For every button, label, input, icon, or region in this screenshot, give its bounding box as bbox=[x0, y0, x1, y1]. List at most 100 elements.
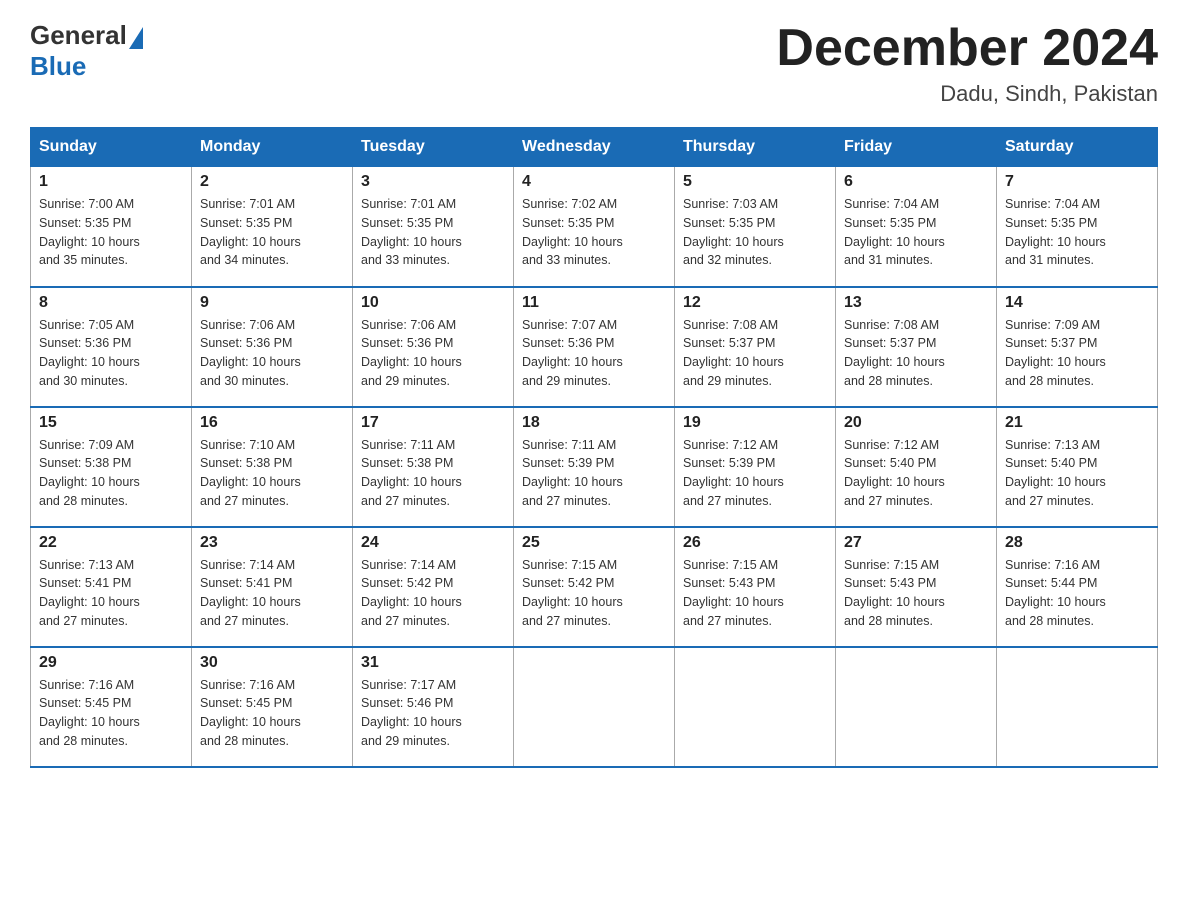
day-info: Sunrise: 7:05 AMSunset: 5:36 PMDaylight:… bbox=[39, 318, 140, 388]
day-info: Sunrise: 7:03 AMSunset: 5:35 PMDaylight:… bbox=[683, 197, 784, 267]
logo-general-text: General bbox=[30, 20, 127, 51]
day-number: 26 bbox=[683, 534, 827, 552]
calendar-week-row: 1 Sunrise: 7:00 AMSunset: 5:35 PMDayligh… bbox=[31, 167, 1158, 287]
col-sunday: Sunday bbox=[31, 128, 192, 167]
day-info: Sunrise: 7:01 AMSunset: 5:35 PMDaylight:… bbox=[200, 197, 301, 267]
table-row bbox=[997, 647, 1158, 767]
table-row: 21 Sunrise: 7:13 AMSunset: 5:40 PMDaylig… bbox=[997, 407, 1158, 527]
day-number: 1 bbox=[39, 173, 183, 191]
day-number: 7 bbox=[1005, 173, 1149, 191]
logo-blue-text: Blue bbox=[30, 51, 143, 82]
day-info: Sunrise: 7:00 AMSunset: 5:35 PMDaylight:… bbox=[39, 197, 140, 267]
day-info: Sunrise: 7:17 AMSunset: 5:46 PMDaylight:… bbox=[361, 678, 462, 748]
logo-triangle-icon bbox=[129, 27, 143, 49]
calendar-title: December 2024 bbox=[776, 20, 1158, 77]
day-info: Sunrise: 7:13 AMSunset: 5:40 PMDaylight:… bbox=[1005, 438, 1106, 508]
day-info: Sunrise: 7:04 AMSunset: 5:35 PMDaylight:… bbox=[1005, 197, 1106, 267]
day-info: Sunrise: 7:08 AMSunset: 5:37 PMDaylight:… bbox=[683, 318, 784, 388]
table-row: 30 Sunrise: 7:16 AMSunset: 5:45 PMDaylig… bbox=[192, 647, 353, 767]
table-row: 12 Sunrise: 7:08 AMSunset: 5:37 PMDaylig… bbox=[675, 287, 836, 407]
day-info: Sunrise: 7:16 AMSunset: 5:45 PMDaylight:… bbox=[200, 678, 301, 748]
day-number: 28 bbox=[1005, 534, 1149, 552]
table-row: 11 Sunrise: 7:07 AMSunset: 5:36 PMDaylig… bbox=[514, 287, 675, 407]
table-row: 14 Sunrise: 7:09 AMSunset: 5:37 PMDaylig… bbox=[997, 287, 1158, 407]
day-info: Sunrise: 7:09 AMSunset: 5:37 PMDaylight:… bbox=[1005, 318, 1106, 388]
logo: General Blue bbox=[30, 20, 143, 82]
day-number: 22 bbox=[39, 534, 183, 552]
day-number: 15 bbox=[39, 414, 183, 432]
day-number: 4 bbox=[522, 173, 666, 191]
calendar-subtitle: Dadu, Sindh, Pakistan bbox=[776, 81, 1158, 107]
day-info: Sunrise: 7:11 AMSunset: 5:39 PMDaylight:… bbox=[522, 438, 623, 508]
col-friday: Friday bbox=[836, 128, 997, 167]
calendar-week-row: 15 Sunrise: 7:09 AMSunset: 5:38 PMDaylig… bbox=[31, 407, 1158, 527]
table-row: 27 Sunrise: 7:15 AMSunset: 5:43 PMDaylig… bbox=[836, 527, 997, 647]
day-number: 8 bbox=[39, 294, 183, 312]
day-number: 19 bbox=[683, 414, 827, 432]
calendar-week-row: 29 Sunrise: 7:16 AMSunset: 5:45 PMDaylig… bbox=[31, 647, 1158, 767]
day-info: Sunrise: 7:15 AMSunset: 5:43 PMDaylight:… bbox=[683, 558, 784, 628]
table-row: 9 Sunrise: 7:06 AMSunset: 5:36 PMDayligh… bbox=[192, 287, 353, 407]
table-row: 31 Sunrise: 7:17 AMSunset: 5:46 PMDaylig… bbox=[353, 647, 514, 767]
day-number: 24 bbox=[361, 534, 505, 552]
day-number: 20 bbox=[844, 414, 988, 432]
table-row: 6 Sunrise: 7:04 AMSunset: 5:35 PMDayligh… bbox=[836, 167, 997, 287]
table-row: 5 Sunrise: 7:03 AMSunset: 5:35 PMDayligh… bbox=[675, 167, 836, 287]
table-row: 20 Sunrise: 7:12 AMSunset: 5:40 PMDaylig… bbox=[836, 407, 997, 527]
day-info: Sunrise: 7:10 AMSunset: 5:38 PMDaylight:… bbox=[200, 438, 301, 508]
day-number: 12 bbox=[683, 294, 827, 312]
day-number: 21 bbox=[1005, 414, 1149, 432]
day-number: 9 bbox=[200, 294, 344, 312]
col-wednesday: Wednesday bbox=[514, 128, 675, 167]
table-row: 1 Sunrise: 7:00 AMSunset: 5:35 PMDayligh… bbox=[31, 167, 192, 287]
day-info: Sunrise: 7:06 AMSunset: 5:36 PMDaylight:… bbox=[200, 318, 301, 388]
table-row: 7 Sunrise: 7:04 AMSunset: 5:35 PMDayligh… bbox=[997, 167, 1158, 287]
day-number: 13 bbox=[844, 294, 988, 312]
day-number: 18 bbox=[522, 414, 666, 432]
day-info: Sunrise: 7:06 AMSunset: 5:36 PMDaylight:… bbox=[361, 318, 462, 388]
day-info: Sunrise: 7:07 AMSunset: 5:36 PMDaylight:… bbox=[522, 318, 623, 388]
table-row: 24 Sunrise: 7:14 AMSunset: 5:42 PMDaylig… bbox=[353, 527, 514, 647]
table-row: 15 Sunrise: 7:09 AMSunset: 5:38 PMDaylig… bbox=[31, 407, 192, 527]
table-row bbox=[514, 647, 675, 767]
day-number: 14 bbox=[1005, 294, 1149, 312]
day-info: Sunrise: 7:09 AMSunset: 5:38 PMDaylight:… bbox=[39, 438, 140, 508]
table-row: 25 Sunrise: 7:15 AMSunset: 5:42 PMDaylig… bbox=[514, 527, 675, 647]
day-number: 27 bbox=[844, 534, 988, 552]
day-info: Sunrise: 7:15 AMSunset: 5:42 PMDaylight:… bbox=[522, 558, 623, 628]
table-row: 3 Sunrise: 7:01 AMSunset: 5:35 PMDayligh… bbox=[353, 167, 514, 287]
table-row bbox=[836, 647, 997, 767]
calendar-header-row: Sunday Monday Tuesday Wednesday Thursday… bbox=[31, 128, 1158, 167]
day-info: Sunrise: 7:12 AMSunset: 5:39 PMDaylight:… bbox=[683, 438, 784, 508]
table-row: 2 Sunrise: 7:01 AMSunset: 5:35 PMDayligh… bbox=[192, 167, 353, 287]
table-row: 19 Sunrise: 7:12 AMSunset: 5:39 PMDaylig… bbox=[675, 407, 836, 527]
day-number: 3 bbox=[361, 173, 505, 191]
day-number: 25 bbox=[522, 534, 666, 552]
day-number: 31 bbox=[361, 654, 505, 672]
day-number: 5 bbox=[683, 173, 827, 191]
day-info: Sunrise: 7:16 AMSunset: 5:45 PMDaylight:… bbox=[39, 678, 140, 748]
day-number: 11 bbox=[522, 294, 666, 312]
calendar-week-row: 22 Sunrise: 7:13 AMSunset: 5:41 PMDaylig… bbox=[31, 527, 1158, 647]
day-info: Sunrise: 7:11 AMSunset: 5:38 PMDaylight:… bbox=[361, 438, 462, 508]
day-number: 29 bbox=[39, 654, 183, 672]
day-info: Sunrise: 7:12 AMSunset: 5:40 PMDaylight:… bbox=[844, 438, 945, 508]
table-row: 22 Sunrise: 7:13 AMSunset: 5:41 PMDaylig… bbox=[31, 527, 192, 647]
col-saturday: Saturday bbox=[997, 128, 1158, 167]
day-number: 17 bbox=[361, 414, 505, 432]
table-row: 17 Sunrise: 7:11 AMSunset: 5:38 PMDaylig… bbox=[353, 407, 514, 527]
col-thursday: Thursday bbox=[675, 128, 836, 167]
table-row bbox=[675, 647, 836, 767]
day-info: Sunrise: 7:08 AMSunset: 5:37 PMDaylight:… bbox=[844, 318, 945, 388]
day-number: 30 bbox=[200, 654, 344, 672]
col-monday: Monday bbox=[192, 128, 353, 167]
table-row: 4 Sunrise: 7:02 AMSunset: 5:35 PMDayligh… bbox=[514, 167, 675, 287]
day-number: 10 bbox=[361, 294, 505, 312]
table-row: 8 Sunrise: 7:05 AMSunset: 5:36 PMDayligh… bbox=[31, 287, 192, 407]
table-row: 23 Sunrise: 7:14 AMSunset: 5:41 PMDaylig… bbox=[192, 527, 353, 647]
table-row: 29 Sunrise: 7:16 AMSunset: 5:45 PMDaylig… bbox=[31, 647, 192, 767]
day-info: Sunrise: 7:04 AMSunset: 5:35 PMDaylight:… bbox=[844, 197, 945, 267]
day-info: Sunrise: 7:16 AMSunset: 5:44 PMDaylight:… bbox=[1005, 558, 1106, 628]
day-info: Sunrise: 7:14 AMSunset: 5:41 PMDaylight:… bbox=[200, 558, 301, 628]
day-number: 16 bbox=[200, 414, 344, 432]
